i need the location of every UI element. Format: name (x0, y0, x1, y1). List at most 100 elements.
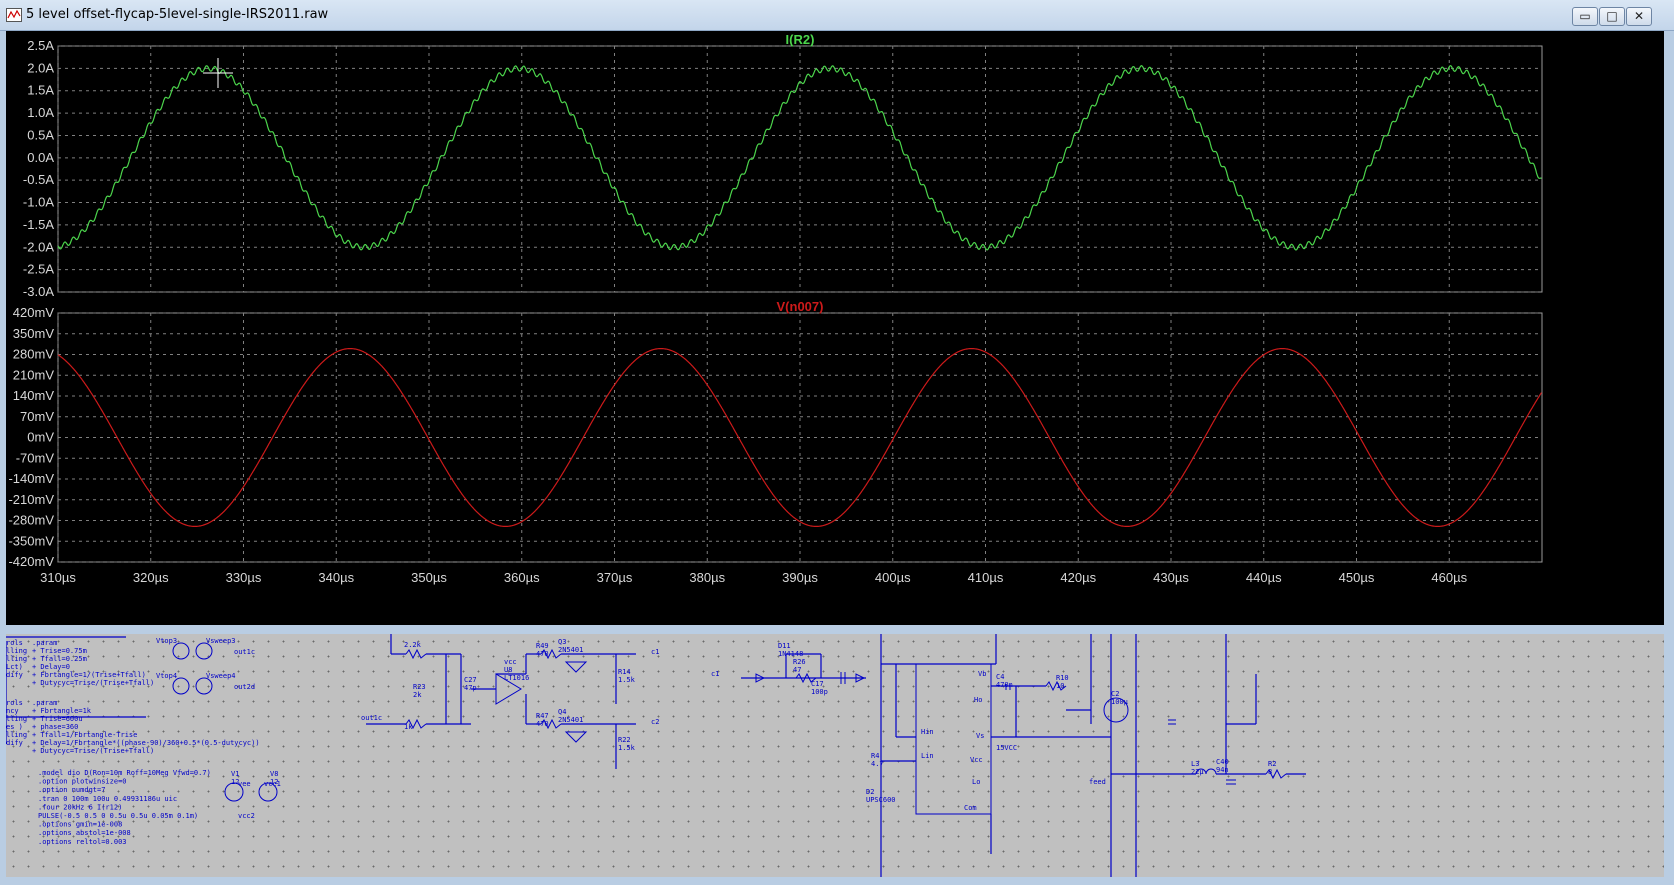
spice-directive: .model dio D(Ron=10m Roff=10Meg Vfwd=0.7… (38, 769, 211, 777)
x-tick-label: 350µs (411, 570, 447, 585)
part-ref: C17 (811, 680, 824, 688)
y-tick-label: 2.5A (27, 38, 54, 53)
title-bar[interactable]: 5 level offset-flycap-5level-single-IRS2… (0, 0, 1674, 31)
sweep-source-label: Vsweep3 (206, 637, 236, 645)
ic-pin-label: Ho (974, 696, 982, 704)
spice-directive: PULSE(-0.5 0.5 0 0.5u 0.5u 0.05m 0.1m) (38, 812, 198, 820)
part-ref: R22 (618, 736, 631, 744)
margin-label: es ) (6, 723, 23, 731)
part-ref: C40 (1216, 758, 1229, 766)
part-value: 47p (464, 684, 477, 692)
misc-label: 15VCC (996, 744, 1017, 752)
y-tick-label: 70mV (20, 409, 54, 424)
ic-pin-label: Vs (976, 732, 984, 740)
minimize-icon: ▭ (1579, 9, 1591, 23)
param-line: + Dutycyc=Trise/(Trise+Tfall) (32, 679, 154, 687)
spice-directive: .options reltol=0.003 (38, 838, 127, 846)
ic-pin-label: Lin (921, 752, 934, 760)
x-tick-label: 460µs (1431, 570, 1467, 585)
net-label: out1c (234, 648, 255, 656)
window-title: 5 level offset-flycap-5level-single-IRS2… (26, 7, 329, 22)
part-value: 2N5401 (558, 646, 583, 654)
maximize-button[interactable]: □ (1599, 7, 1625, 26)
net-label: feed (1089, 778, 1106, 786)
param-line: + Delay=0 (32, 663, 70, 671)
margin-label: rols (6, 699, 23, 707)
minimize-button[interactable]: ▭ (1572, 7, 1598, 26)
param-line: + Delay=1/Fbrtangle*((phase-90)/360+0.5*… (32, 739, 260, 747)
part-ref: D2 (866, 788, 874, 796)
spice-directive: .options abstol=1e-008 (38, 829, 131, 837)
misc-label: vcc (504, 658, 517, 666)
schematic-pane[interactable]: rols lling lling Lct) dify rols ncy lling es ) ll… (6, 634, 1664, 877)
part-value: 1.5k (618, 676, 636, 684)
part-ref: R23 (413, 683, 426, 691)
y-tick-label: -280mV (8, 513, 54, 528)
x-tick-label: 320µs (133, 570, 169, 585)
x-tick-label: 340µs (318, 570, 354, 585)
sweep-source-label: Vsweep4 (206, 672, 236, 680)
margin-label: lling (6, 655, 27, 663)
part-ref: C27 (464, 676, 477, 684)
param-line: + phase=360 (32, 723, 78, 731)
ic-pin-label: Lo (972, 778, 980, 786)
y-tick-label: -3.0A (23, 284, 54, 299)
net-label: c1 (711, 670, 719, 678)
margin-label: lling (6, 647, 27, 655)
param-line: + Trise=0.75m (32, 647, 87, 655)
spice-directive: .option plotwinsize=0 (38, 778, 127, 786)
net-label: c2 (651, 718, 659, 726)
plot-pane-1: 2.5A 2.0A 1.5A 1.0A 0.5A 0.0A -0.5A -1.0A -1.5A -… (23, 32, 1543, 299)
y-tick-label: -210mV (8, 492, 54, 507)
x-tick-label: 360µs (504, 570, 540, 585)
schematic-drawing[interactable]: rolsllingllingLct)difyrolsncyllinges )ll… (6, 634, 1664, 877)
waveform-viewer-icon (6, 8, 22, 22)
param-line: + Fbrtangle=1k (32, 707, 92, 715)
margin-label: rols (6, 639, 23, 647)
part-value: 2k (413, 691, 422, 699)
trace-title: V(n007) (777, 299, 824, 314)
net-label: c1 (651, 648, 659, 656)
y-tick-label: -70mV (16, 450, 55, 465)
x-tick-label: 330µs (226, 570, 262, 585)
ic-pin-label: Hin (921, 728, 934, 736)
part-value: 1N4148 (778, 650, 803, 658)
misc-label: vee (238, 780, 251, 788)
param-line: + Tfall=1/Fbrtangle-Trise (32, 731, 137, 739)
margin-label: lling (6, 715, 27, 723)
y-tick-label: -2.0A (23, 239, 54, 254)
margin-label: lling (6, 731, 27, 739)
part-ref: R49 (536, 642, 549, 650)
y-tick-label: 210mV (13, 367, 55, 382)
param-line: + Trise=600u (32, 715, 83, 723)
param-line: .param (32, 699, 57, 707)
y-tick-label: 140mV (13, 388, 55, 403)
y-tick-label: -1.0A (23, 195, 54, 210)
part-value: 4.7 (871, 760, 884, 768)
y-tick-label: -140mV (8, 471, 54, 486)
part-value: 94n (1216, 766, 1229, 774)
param-line: + Dutycyc=Trise/(Trise+Tfall) (32, 747, 154, 755)
net-label: out1c (361, 714, 382, 722)
waveform-plot[interactable]: 2.5A 2.0A 1.5A 1.0A 0.5A 0.0A -0.5A -1.0A -1.5A -… (6, 31, 1664, 625)
app-window: 5 level offset-flycap-5level-single-IRS2… (0, 0, 1674, 885)
spice-directive: .four 20kHz 6 I(r12) (38, 803, 122, 811)
part-value: 47 (793, 666, 801, 674)
misc-label: vcc1 (264, 780, 281, 788)
x-tick-label: 310µs (40, 570, 76, 585)
plot-pane-2: 420mV 350mV 280mV 210mV 140mV 70mV 0mV -70mV -14… (8, 299, 1543, 569)
margin-label: ncy (6, 707, 19, 715)
margin-label: dify (6, 739, 23, 747)
part-value: 1.5k (618, 744, 636, 752)
margin-label: Lct) (6, 663, 23, 671)
close-button[interactable]: ✕ (1626, 7, 1652, 26)
part-value: 470n (996, 681, 1013, 689)
part-ref: R47 (536, 712, 549, 720)
y-tick-label: 280mV (13, 347, 55, 362)
part-value: 100p (811, 688, 828, 696)
y-tick-label: -1.5A (23, 217, 54, 232)
y-tick-label: -0.5A (23, 172, 54, 187)
y-tick-label: -350mV (8, 533, 54, 548)
waveform-plot-pane[interactable]: 2.5A 2.0A 1.5A 1.0A 0.5A 0.0A -0.5A -1.0A -1.5A -… (6, 31, 1664, 625)
part-ref: R14 (618, 668, 631, 676)
